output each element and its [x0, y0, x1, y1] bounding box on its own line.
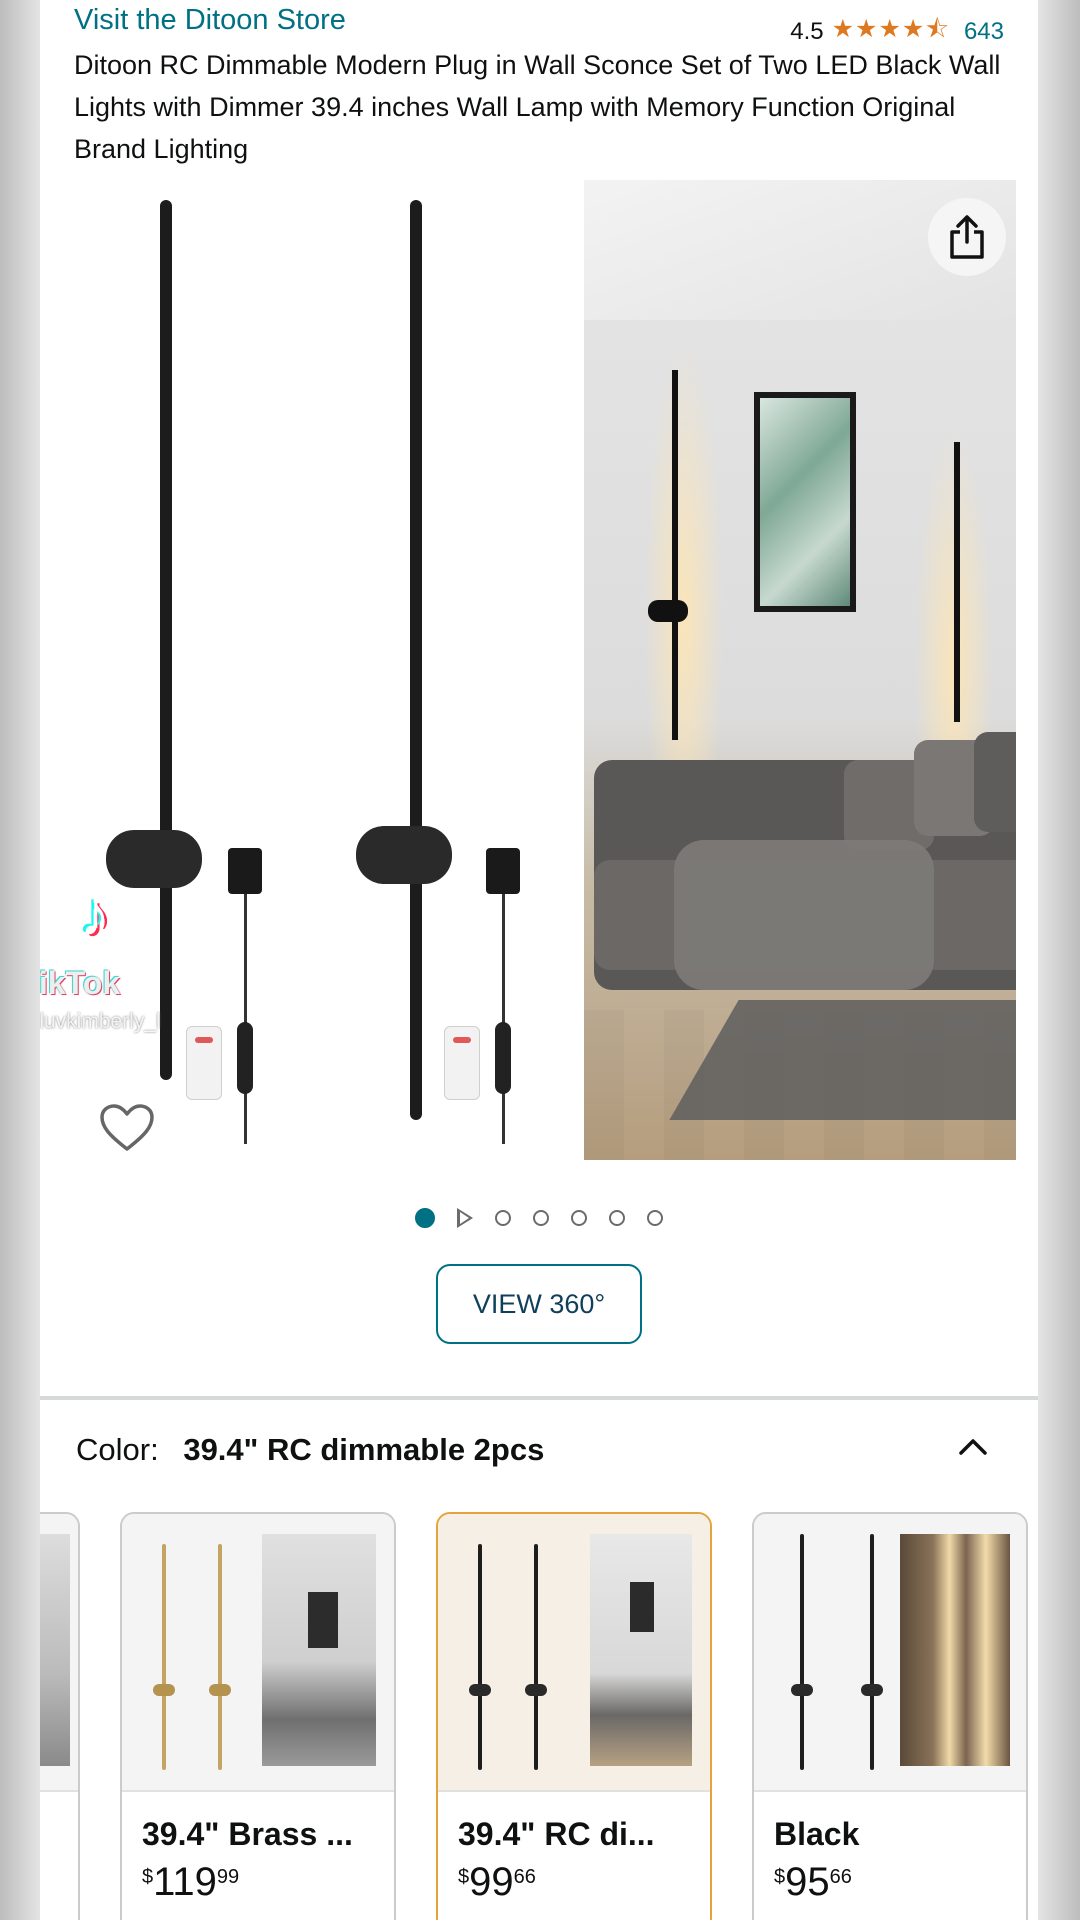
lamp-rod — [410, 200, 422, 1120]
remote-control — [444, 1026, 480, 1100]
thumb-lamp-mount — [525, 1684, 547, 1696]
swatch-photo — [40, 1534, 70, 1766]
chevron-up-icon[interactable] — [954, 1428, 992, 1466]
thumb-lamp-mount — [469, 1684, 491, 1696]
color-swatch-option[interactable]: 39.4" Brass ... $ 119 99 — [120, 1512, 396, 1920]
swatch-price: $ 99 66 — [458, 1860, 536, 1904]
color-swatch-option[interactable] — [40, 1512, 80, 1920]
selected-color-value: 39.4" RC dimmable 2pcs — [183, 1432, 545, 1467]
background-blur-left — [0, 0, 40, 1920]
color-swatch-carousel[interactable]: 39.4" Brass ... $ 119 99 39.4" RC di... … — [40, 1512, 1038, 1920]
color-selector-header[interactable]: Color: 39.4" RC dimmable 2pcs — [76, 1432, 544, 1468]
swatch-price: $ 95 66 — [774, 1860, 852, 1904]
section-divider — [40, 1396, 1038, 1400]
rating-count[interactable]: 643 — [964, 18, 1004, 46]
lamp-mount — [356, 826, 452, 884]
gallery-pagination[interactable] — [40, 1208, 1038, 1228]
share-button[interactable] — [928, 198, 1006, 276]
pagination-dot[interactable] — [533, 1210, 549, 1226]
thumb-lamp-mount — [153, 1684, 175, 1696]
swatch-photo — [900, 1534, 1010, 1766]
swatch-price: $ 119 99 — [142, 1860, 240, 1904]
view-360-button[interactable]: VIEW 360° — [436, 1264, 642, 1344]
power-cord — [244, 894, 247, 1144]
store-link[interactable]: Visit the Ditoon Store — [74, 4, 346, 37]
tiktok-wordmark: TikTok — [40, 965, 121, 1001]
thumb-lamp-rod — [800, 1534, 804, 1770]
heart-icon — [100, 1104, 154, 1151]
color-swatch-option-selected[interactable]: 39.4" RC di... $ 99 66 — [436, 1512, 712, 1920]
swatch-thumbnail — [754, 1514, 1026, 1792]
thumb-lamp-mount — [861, 1684, 883, 1696]
color-swatch-option[interactable]: Black $ 95 66 — [752, 1512, 1028, 1920]
swatch-thumbnail — [40, 1514, 78, 1792]
thumb-lamp-rod — [218, 1544, 222, 1770]
swatch-thumbnail — [438, 1514, 710, 1792]
pagination-dot[interactable] — [571, 1210, 587, 1226]
thumb-lamp-mount — [209, 1684, 231, 1696]
background-blur-right — [1038, 0, 1080, 1920]
wall-art-frame — [754, 392, 856, 612]
thumb-lamp-mount — [791, 1684, 813, 1696]
thumb-lamp-rod — [534, 1544, 538, 1770]
pagination-dot[interactable] — [495, 1210, 511, 1226]
wall-light-mount — [648, 600, 688, 622]
pagination-dot[interactable] — [609, 1210, 625, 1226]
product-title: Ditoon RC Dimmable Modern Plug in Wall S… — [74, 50, 1001, 164]
wall-light — [672, 370, 678, 740]
swatch-photo — [262, 1534, 376, 1766]
swatch-name: 39.4" Brass ... — [142, 1816, 353, 1852]
tiktok-username: @luvkimberly_l — [40, 1010, 161, 1033]
color-label: Color: — [76, 1432, 159, 1467]
swatch-name: Black — [774, 1816, 860, 1852]
tiktok-watermark: ♪ TikTok @luvkimberly_l — [40, 880, 240, 1040]
tiktok-logo-icon: ♪ — [80, 881, 110, 948]
product-page: Visit the Ditoon Store 4.5 ★★★★⯪ 643 Dit… — [40, 0, 1038, 1920]
favorite-button[interactable] — [92, 1096, 162, 1160]
swatch-thumbnail — [122, 1514, 394, 1792]
pagination-dot-active[interactable] — [415, 1208, 435, 1228]
pillow — [974, 732, 1016, 832]
swatch-name: 39.4" RC di... — [458, 1816, 655, 1852]
wall-light — [954, 442, 960, 722]
pagination-dot[interactable] — [647, 1210, 663, 1226]
swatch-photo — [590, 1534, 692, 1766]
inline-dimmer — [495, 1022, 511, 1094]
share-icon — [950, 215, 984, 259]
thumb-lamp-rod — [162, 1544, 166, 1770]
throw-blanket — [674, 840, 934, 990]
product-image-room — [584, 180, 1016, 1160]
thumb-lamp-rod — [478, 1544, 482, 1770]
rating-value: 4.5 — [790, 17, 824, 45]
plug-adapter — [486, 848, 520, 894]
power-cord — [502, 894, 505, 1144]
thumb-lamp-rod — [870, 1534, 874, 1770]
video-play-icon[interactable] — [457, 1208, 473, 1228]
